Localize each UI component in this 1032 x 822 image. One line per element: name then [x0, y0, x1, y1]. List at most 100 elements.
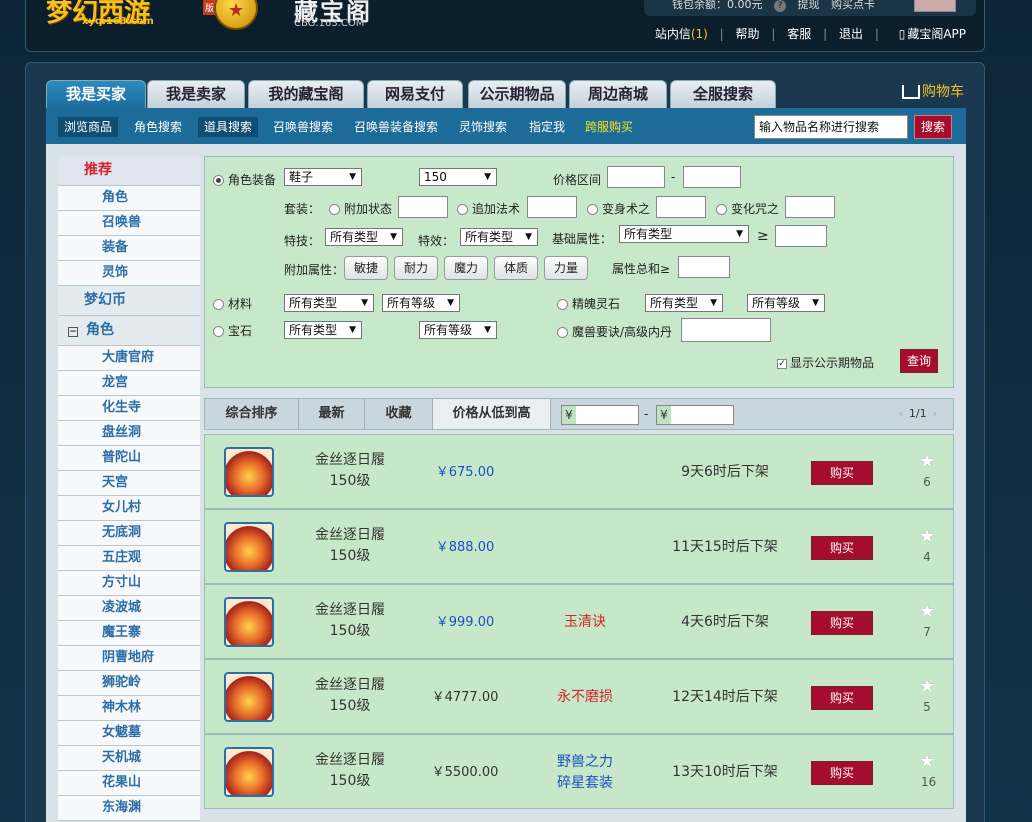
radio-suit-2[interactable]	[457, 204, 468, 215]
suit-input-2[interactable]	[527, 196, 577, 218]
collapse-icon[interactable]: −	[68, 327, 78, 337]
level-select[interactable]: 150	[419, 168, 497, 186]
withdraw-link[interactable]: 提现	[798, 0, 820, 11]
material-level-select[interactable]: 所有等级	[382, 294, 460, 312]
sidebar-school-item[interactable]: 普陀山	[58, 446, 200, 471]
sort-favorites[interactable]: 收藏	[365, 399, 433, 429]
sidebar-school-item[interactable]: 女魃墓	[58, 721, 200, 746]
gem-level-select[interactable]: 所有等级	[419, 321, 497, 339]
favorite-star-icon[interactable]: ★	[919, 451, 935, 472]
radio-jinghun[interactable]	[557, 299, 568, 310]
sidebar-school-item[interactable]: 凌波城	[58, 596, 200, 621]
item-thumbnail[interactable]	[224, 747, 274, 797]
sidebar-school-item[interactable]: 魔王寨	[58, 621, 200, 646]
attr-sum-input[interactable]	[678, 256, 730, 278]
buy-card-link[interactable]: 购买点卡	[831, 0, 875, 11]
jinghun-row[interactable]: 精魄灵石	[557, 295, 620, 312]
sidebar-school-item[interactable]: 天宫	[58, 471, 200, 496]
gem-row[interactable]: 宝石	[213, 322, 252, 339]
sidebar-school-item[interactable]: 狮驼岭	[58, 671, 200, 696]
suit-opt-1[interactable]: 附加状态	[329, 200, 392, 217]
buy-button[interactable]: 购买	[811, 686, 873, 710]
suit-input-1[interactable]	[398, 196, 448, 218]
attr-strength-button[interactable]: 力量	[544, 256, 588, 280]
tab-public-items[interactable]: 公示期物品	[468, 80, 566, 108]
item-name-block[interactable]: 金丝逐日履 150级	[305, 750, 395, 792]
jinghun-level-select[interactable]: 所有等级	[747, 294, 825, 312]
tab-buyer[interactable]: 我是买家	[46, 80, 146, 108]
messages-link[interactable]: 站内信(1)	[647, 27, 708, 41]
table-row[interactable]: 金丝逐日履 150级 ￥999.00 玉清诀 4天6时后下架 购买 ★ 7	[204, 584, 954, 659]
gem-type-select[interactable]: 所有类型	[284, 321, 362, 339]
sidebar-item-role[interactable]: 角色	[58, 186, 200, 211]
tab-all-server[interactable]: 全服搜索	[670, 80, 776, 108]
equip-radio-row[interactable]: 角色装备	[213, 171, 276, 188]
jinghun-type-select[interactable]: 所有类型	[645, 294, 723, 312]
prev-page-icon[interactable]: ‹	[898, 407, 902, 420]
subnav-browse[interactable]: 浏览商品	[58, 117, 119, 137]
radio-suit-1[interactable]	[329, 204, 340, 215]
favorite-star-icon[interactable]: ★	[919, 751, 935, 772]
sidebar-school-item[interactable]: 五庄观	[58, 546, 200, 571]
suit-input-4[interactable]	[785, 196, 835, 218]
price-max-input[interactable]	[683, 166, 741, 188]
tab-my-cbg[interactable]: 我的藏宝阁	[248, 80, 364, 108]
sidebar-role-group[interactable]: − 角色	[58, 316, 200, 346]
sidebar-item-equip[interactable]: 装备	[58, 236, 200, 261]
tab-netease-pay[interactable]: 网易支付	[367, 80, 463, 108]
table-row[interactable]: 金丝逐日履 150级 ￥4777.00 永不磨损 12天14时后下架 购买 ★ 5	[204, 659, 954, 734]
sidebar-currency[interactable]: 梦幻币	[58, 286, 200, 316]
sidebar-school-item[interactable]: 阴曹地府	[58, 646, 200, 671]
app-link[interactable]: ▯ 藏宝阁APP	[891, 27, 966, 41]
radio-gem[interactable]	[213, 326, 224, 337]
sidebar-recommend[interactable]: 推荐	[58, 156, 200, 186]
price-filter-min[interactable]: ¥	[561, 405, 639, 425]
help-link[interactable]: 帮助	[736, 27, 760, 41]
cbg-logo[interactable]: 藏宝阁 CBG.163.COM	[214, 0, 394, 32]
item-thumbnail[interactable]	[224, 447, 274, 497]
buy-button[interactable]: 购买	[811, 461, 873, 485]
cart-link[interactable]: 购物车	[902, 81, 964, 101]
favorite-star-icon[interactable]: ★	[919, 526, 935, 547]
item-name-block[interactable]: 金丝逐日履 150级	[305, 525, 395, 567]
sidebar-school-item[interactable]: 盘丝洞	[58, 421, 200, 446]
material-row[interactable]: 材料	[213, 295, 252, 312]
buy-button[interactable]: 购买	[811, 611, 873, 635]
equip-type-select[interactable]: 鞋子	[284, 168, 362, 186]
tab-seller[interactable]: 我是卖家	[147, 80, 245, 108]
suit-opt-2[interactable]: 追加法术	[457, 200, 520, 217]
query-button[interactable]: 查询	[900, 349, 938, 373]
sidebar-school-item[interactable]: 天机城	[58, 746, 200, 771]
service-link[interactable]: 客服	[787, 27, 811, 41]
price-filter-max[interactable]: ¥	[656, 405, 734, 425]
tab-mall[interactable]: 周边商城	[569, 80, 667, 108]
sidebar-item-pet[interactable]: 召唤兽	[58, 211, 200, 236]
subnav-role-search[interactable]: 角色搜索	[128, 117, 188, 137]
favorite-star-icon[interactable]: ★	[919, 676, 935, 697]
sidebar-school-item[interactable]: 化生寺	[58, 396, 200, 421]
sidebar-school-item[interactable]: 女儿村	[58, 496, 200, 521]
buy-button[interactable]: 购买	[811, 536, 873, 560]
subnav-item-search[interactable]: 道具搜索	[198, 117, 259, 137]
item-thumbnail[interactable]	[224, 672, 274, 722]
effect-select[interactable]: 所有类型	[460, 228, 538, 246]
attr-magic-button[interactable]: 魔力	[444, 256, 488, 280]
sidebar-school-item[interactable]: 方寸山	[58, 571, 200, 596]
radio-material[interactable]	[213, 299, 224, 310]
subnav-designated[interactable]: 指定我	[523, 117, 571, 137]
buy-button[interactable]: 购买	[811, 761, 873, 785]
item-thumbnail[interactable]	[224, 597, 274, 647]
material-type-select[interactable]: 所有类型	[284, 294, 374, 312]
sort-price-asc[interactable]: 价格从低到高	[433, 399, 551, 429]
show-public-row[interactable]: ✓ 显示公示期物品	[777, 354, 874, 371]
radio-equip[interactable]	[213, 175, 224, 186]
item-thumbnail[interactable]	[224, 522, 274, 572]
item-name-block[interactable]: 金丝逐日履 150级	[305, 600, 395, 642]
subnav-pet-search[interactable]: 召唤兽搜索	[267, 117, 339, 137]
search-input[interactable]: 输入物品名称进行搜索	[754, 115, 908, 139]
sidebar-school-item[interactable]: 大唐官府	[58, 346, 200, 371]
attr-constitution-button[interactable]: 体质	[494, 256, 538, 280]
skill-select[interactable]: 所有类型	[325, 228, 403, 246]
base-attr-select[interactable]: 所有类型	[619, 225, 749, 243]
table-row[interactable]: 金丝逐日履 150级 ￥888.00 11天15时后下架 购买 ★ 4	[204, 509, 954, 584]
